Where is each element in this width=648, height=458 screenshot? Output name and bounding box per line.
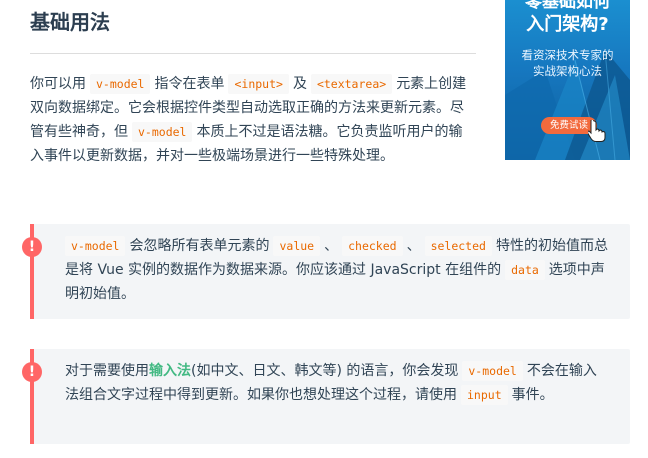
code-v-model: v-model (65, 236, 126, 256)
tip2-text-1: 对于需要使用 (65, 363, 149, 379)
code-input: input (461, 385, 508, 405)
tip2-text-2: (如中文、日文、韩文等) 的语言，你会发现 (191, 363, 459, 379)
ad-subtitle-line2: 实战架构心法 (533, 64, 602, 78)
tip1-text-1: 会忽略所有表单元素的 (129, 238, 270, 254)
exclamation-icon: ! (22, 362, 42, 382)
ad-title-line1: 零基础如何 (525, 0, 610, 12)
intro-paragraph: 你可以用 v-model 指令在表单 <input> 及 <textarea> 元素上创建双… (30, 72, 476, 168)
pointer-hand-icon (588, 120, 606, 142)
tip1-text-3: 、 (406, 238, 421, 254)
intro-text-1: 你可以用 (30, 76, 86, 92)
code-data: data (505, 260, 545, 280)
intro-text-2: 指令在表单 (154, 76, 225, 92)
code-value: value (273, 236, 321, 256)
exclamation-icon: ! (22, 237, 42, 257)
ad-banner[interactable]: 零基础如何 入门架构? 看资深技术专家的 实战架构心法 免费试读 (505, 0, 630, 160)
section-title: 基础用法 (30, 10, 110, 34)
ad-subtitle-line1: 看资深技术专家的 (521, 48, 614, 62)
ime-link[interactable]: 输入法 (149, 363, 191, 379)
warning-tip-ime: ! 对于需要使用输入法(如中文、日文、韩文等) 的语言，你会发现 v-model 不会… (22, 349, 630, 444)
code-input: <input> (228, 74, 289, 94)
code-v-model: v-model (90, 74, 151, 94)
code-selected: selected (424, 236, 492, 256)
tip2-text-4: 事件。 (511, 387, 554, 403)
ad-subtitle: 看资深技术专家的 实战架构心法 (505, 47, 630, 79)
code-v-model: v-model (462, 361, 523, 381)
tip1-text-2: 、 (324, 238, 339, 254)
intro-text-3: 及 (292, 76, 307, 92)
warning-tip-initial-value: ! v-model 会忽略所有表单元素的 value、 checked、 selected… (22, 224, 630, 319)
code-textarea: <textarea> (310, 74, 393, 94)
ad-title-line2: 入门架构? (526, 14, 609, 35)
code-checked: checked (342, 236, 403, 256)
code-v-model-2: v-model (132, 122, 193, 142)
title-divider (30, 53, 476, 54)
